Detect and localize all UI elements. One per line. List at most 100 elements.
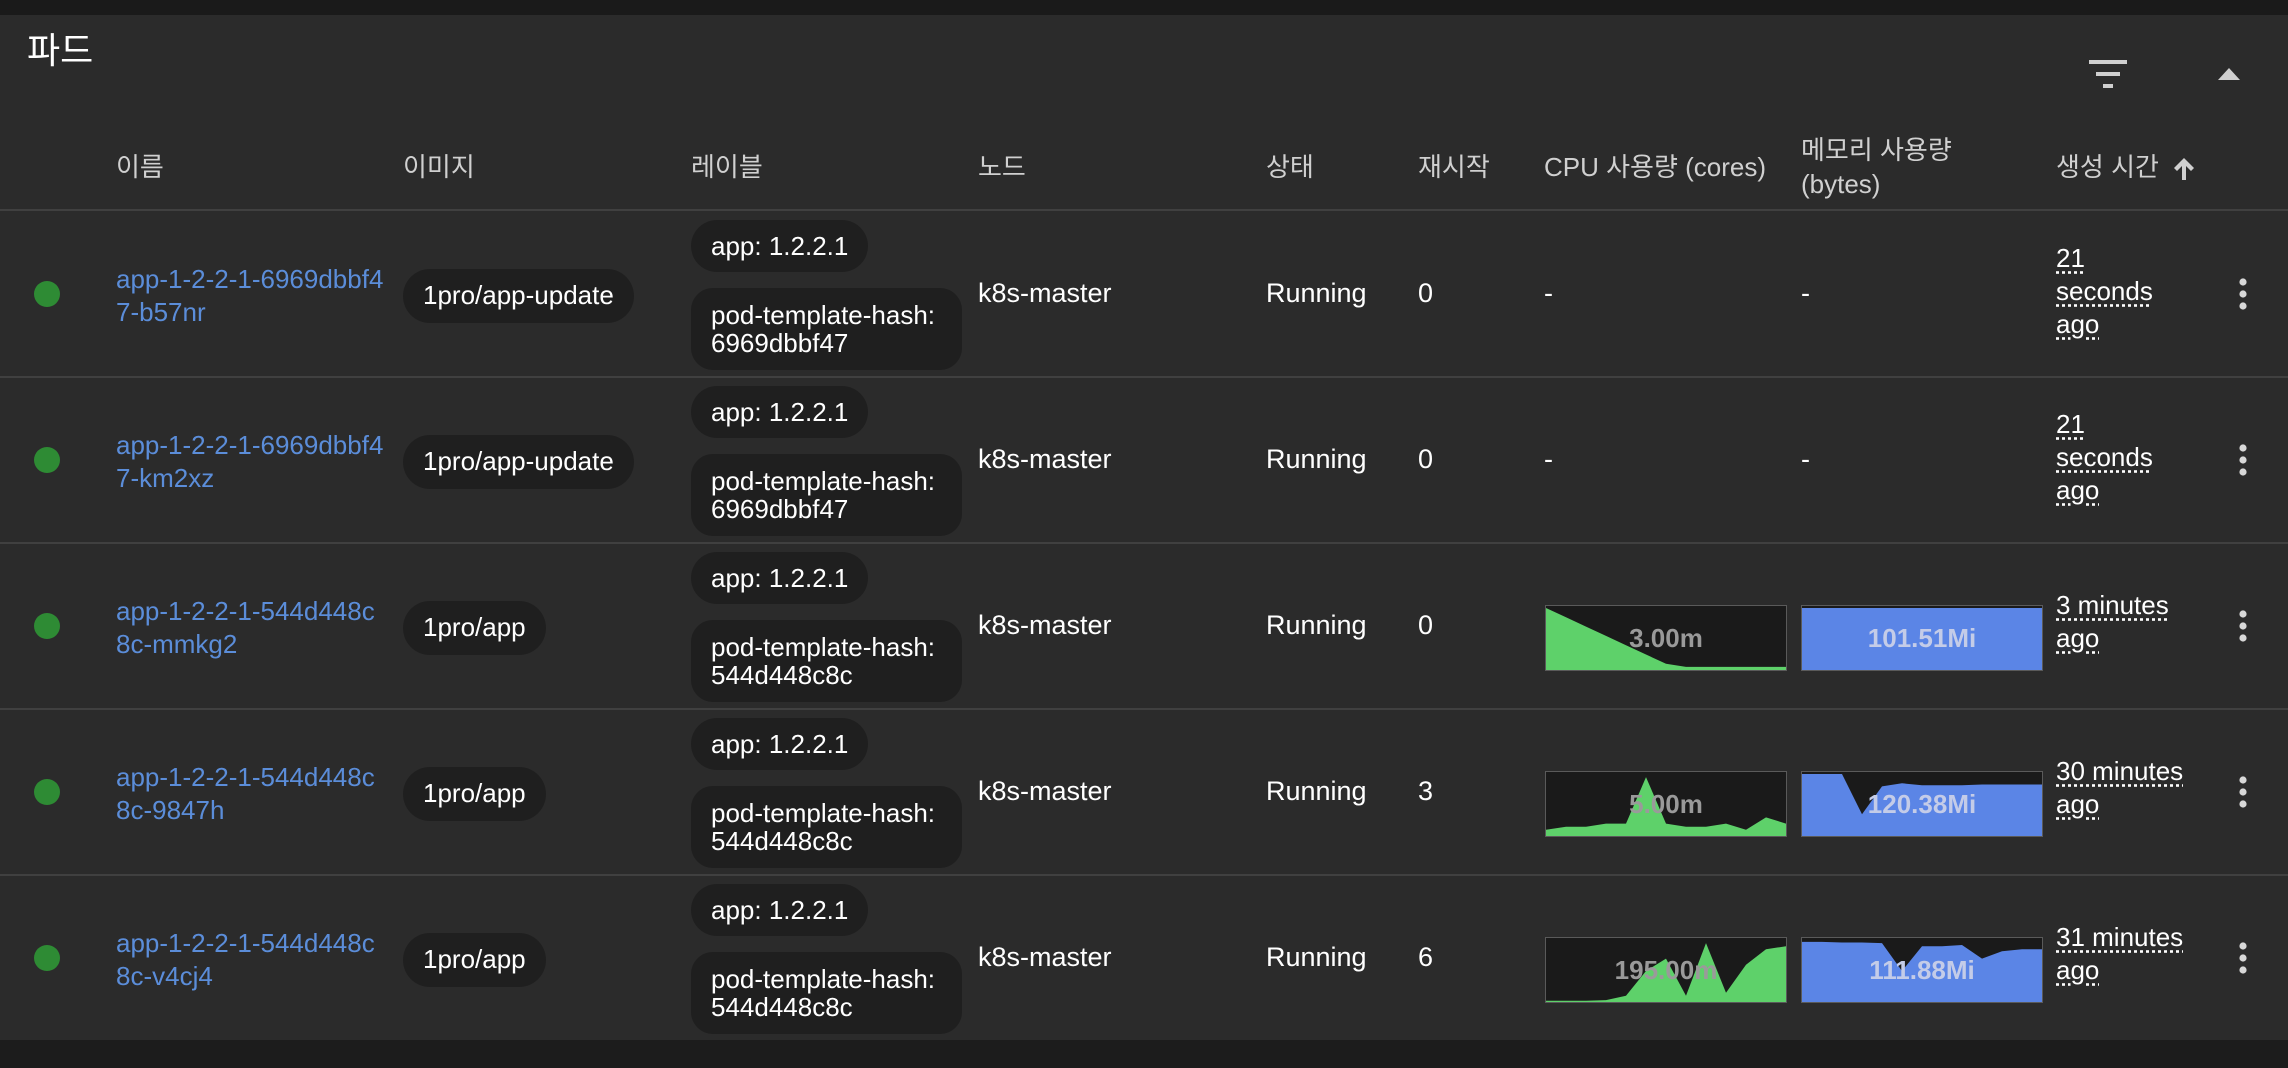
more-vert-icon <box>2239 444 2247 476</box>
memory-cell: - <box>1801 444 1810 474</box>
restarts-cell: 0 <box>1418 610 1434 640</box>
table-row: app-1-2-2-1-6969dbbf47-km2xz 1pro/app-up… <box>0 377 2288 544</box>
row-actions-button[interactable] <box>2228 433 2258 487</box>
label-chip-app: app: 1.2.2.1 <box>691 220 869 272</box>
more-vert-icon <box>2239 278 2247 310</box>
label-chip-pod-template-hash: pod-template-hash: 544d448c8c <box>691 952 962 1034</box>
cpu-sparkline-value: 195.00m <box>1614 954 1718 985</box>
image-chip: 1pro/app <box>403 601 546 655</box>
cpu-sparkline-value: 3.00m <box>1629 622 1703 653</box>
row-actions-button[interactable] <box>2228 765 2258 819</box>
top-bar <box>0 0 2288 15</box>
column-labels: 레이블 <box>691 152 763 182</box>
label-chip-pod-template-hash: pod-template-hash: 6969dbbf47 <box>691 454 962 536</box>
restarts-cell: 0 <box>1418 444 1434 474</box>
status-running-dot <box>34 281 60 307</box>
memory-sparkline-value: 101.51Mi <box>1867 622 1977 653</box>
node-cell: k8s-master <box>978 444 1112 474</box>
created-age: 21 seconds ago <box>2056 408 2166 507</box>
column-cpu: CPU 사용량 (cores) <box>1544 152 1766 182</box>
column-restarts: 재시작 <box>1418 152 1490 182</box>
memory-sparkline: 120.38Mi <box>1801 771 2043 837</box>
row-actions-button[interactable] <box>2228 931 2258 985</box>
status-running-dot <box>34 779 60 805</box>
more-vert-icon <box>2239 610 2247 642</box>
label-chip-app: app: 1.2.2.1 <box>691 884 869 936</box>
created-age: 31 minutes ago <box>2056 921 2196 987</box>
status-cell: Running <box>1266 610 1367 640</box>
restarts-cell: 3 <box>1418 776 1434 806</box>
table-row: app-1-2-2-1-6969dbbf47-b57nr 1pro/app-up… <box>0 211 2288 378</box>
label-chip-pod-template-hash: pod-template-hash: 544d448c8c <box>691 620 962 702</box>
memory-cell: - <box>1801 278 1810 308</box>
created-age-text: 21 seconds ago <box>2056 409 2153 505</box>
label-chip-pod-template-hash: pod-template-hash: 544d448c8c <box>691 786 962 868</box>
image-chip: 1pro/app <box>403 933 546 987</box>
created-age: 30 minutes ago <box>2056 755 2196 821</box>
node-cell: k8s-master <box>978 278 1112 308</box>
chevron-up-icon <box>2218 68 2240 80</box>
image-chip: 1pro/app-update <box>403 435 634 489</box>
label-chip-pod-template-hash: pod-template-hash: 6969dbbf47 <box>691 288 962 370</box>
column-created-label: 생성 시간 <box>2056 152 2159 182</box>
column-memory: 메모리 사용량 (bytes) <box>1801 135 1952 199</box>
filter-button[interactable] <box>2083 49 2133 99</box>
pod-name-link[interactable]: app-1-2-2-1-544d448c8c-v4cj4 <box>116 927 386 993</box>
created-age-text: 21 seconds ago <box>2056 243 2153 339</box>
cpu-sparkline-value: 5.00m <box>1629 788 1703 819</box>
row-actions-button[interactable] <box>2228 267 2258 321</box>
status-running-dot <box>34 447 60 473</box>
row-actions-button[interactable] <box>2228 599 2258 653</box>
label-chip-app: app: 1.2.2.1 <box>691 552 869 604</box>
card-title: 파드 <box>27 30 94 71</box>
column-created[interactable]: 생성 시간 <box>2056 150 2195 184</box>
label-chip-app: app: 1.2.2.1 <box>691 386 869 438</box>
filter-icon <box>2089 60 2127 88</box>
restarts-cell: 6 <box>1418 942 1434 972</box>
image-chip: 1pro/app-update <box>403 269 634 323</box>
status-running-dot <box>34 945 60 971</box>
node-cell: k8s-master <box>978 776 1112 806</box>
pod-name-link[interactable]: app-1-2-2-1-6969dbbf47-km2xz <box>116 429 386 495</box>
cpu-sparkline: 5.00m <box>1545 771 1787 837</box>
cpu-sparkline: 195.00m <box>1545 937 1787 1003</box>
created-age: 3 minutes ago <box>2056 589 2196 655</box>
column-name[interactable]: 이름 <box>116 150 164 184</box>
table-row: app-1-2-2-1-544d448c8c-mmkg2 1pro/app ap… <box>0 543 2288 710</box>
pod-name-link[interactable]: app-1-2-2-1-6969dbbf47-b57nr <box>116 263 386 329</box>
more-vert-icon <box>2239 776 2247 808</box>
node-cell: k8s-master <box>978 610 1112 640</box>
bottom-bar <box>0 1040 2288 1068</box>
status-cell: Running <box>1266 278 1367 308</box>
collapse-button[interactable] <box>2204 49 2254 99</box>
created-age-text: 30 minutes ago <box>2056 756 2184 819</box>
column-node: 노드 <box>978 152 1026 182</box>
table-row: app-1-2-2-1-544d448c8c-v4cj4 1pro/app ap… <box>0 875 2288 1042</box>
table-header: 이름 이미지 레이블 노드 상태 재시작 CPU 사용량 (cores) 메모리… <box>0 125 2288 211</box>
memory-sparkline-value: 111.88Mi <box>1869 954 1975 985</box>
image-chip: 1pro/app <box>403 767 546 821</box>
cpu-cell: - <box>1544 444 1553 474</box>
table-row: app-1-2-2-1-544d448c8c-9847h 1pro/app ap… <box>0 709 2288 876</box>
status-running-dot <box>34 613 60 639</box>
created-age-text: 3 minutes ago <box>2056 590 2169 653</box>
restarts-cell: 0 <box>1418 278 1434 308</box>
cpu-sparkline: 3.00m <box>1545 605 1787 671</box>
node-cell: k8s-master <box>978 942 1112 972</box>
pod-name-link[interactable]: app-1-2-2-1-544d448c8c-9847h <box>116 761 386 827</box>
created-age-text: 31 minutes ago <box>2056 922 2184 985</box>
column-status: 상태 <box>1266 152 1314 182</box>
arrow-up-icon <box>2174 158 2195 181</box>
memory-sparkline: 101.51Mi <box>1801 605 2043 671</box>
column-image: 이미지 <box>403 152 475 182</box>
memory-sparkline: 111.88Mi <box>1801 937 2043 1003</box>
created-age: 21 seconds ago <box>2056 242 2166 341</box>
pod-name-link[interactable]: app-1-2-2-1-544d448c8c-mmkg2 <box>116 595 386 661</box>
status-cell: Running <box>1266 942 1367 972</box>
status-cell: Running <box>1266 444 1367 474</box>
more-vert-icon <box>2239 942 2247 974</box>
cpu-cell: - <box>1544 278 1553 308</box>
label-chip-app: app: 1.2.2.1 <box>691 718 869 770</box>
memory-sparkline-value: 120.38Mi <box>1867 788 1977 819</box>
status-cell: Running <box>1266 776 1367 806</box>
